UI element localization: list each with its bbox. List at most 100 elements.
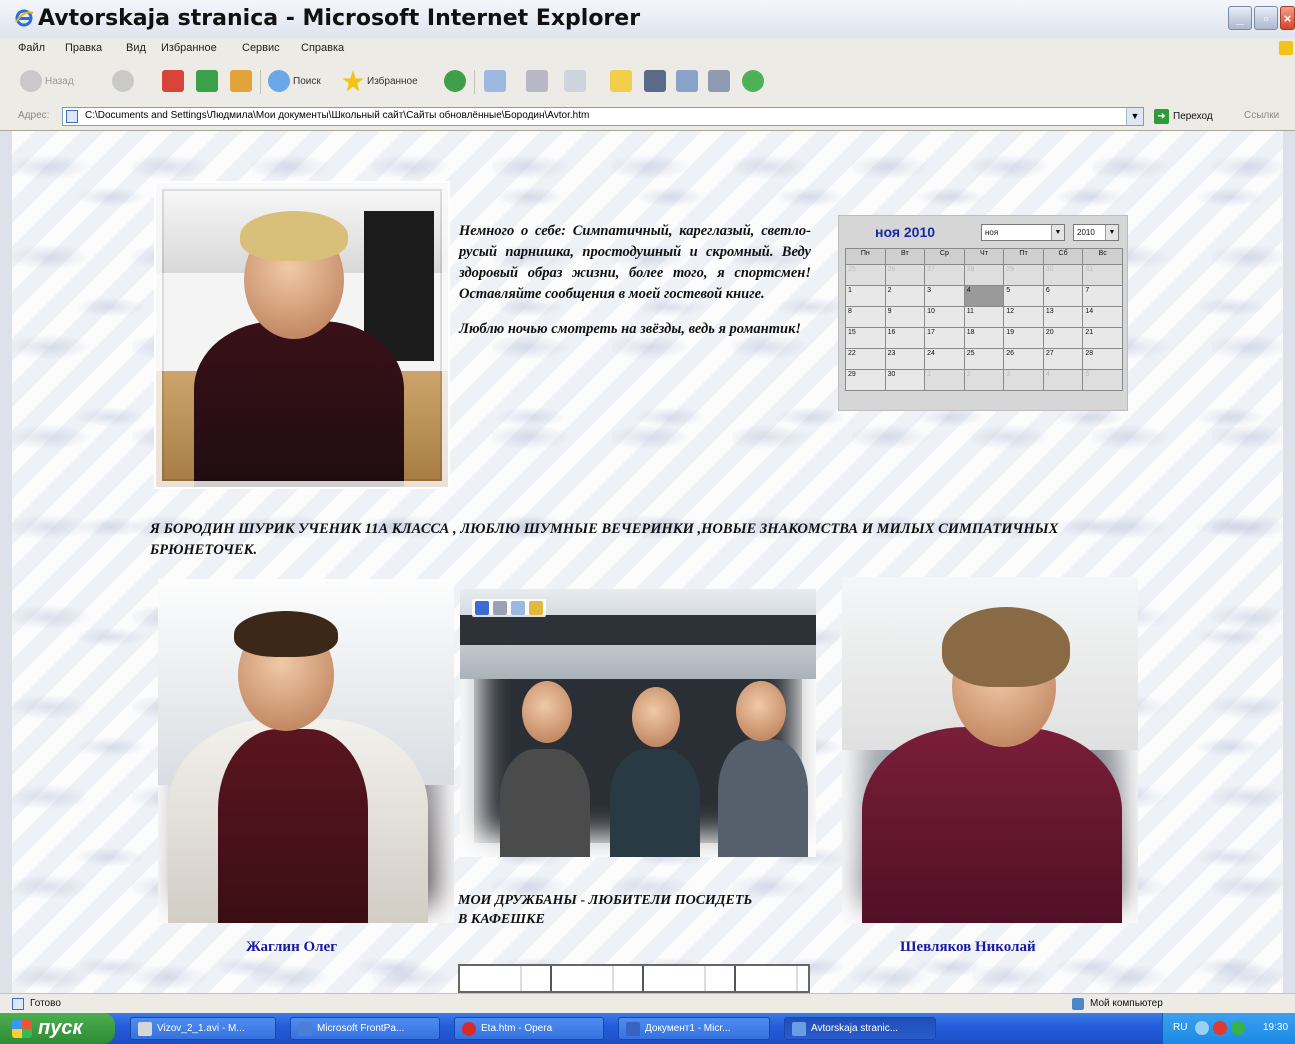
calendar-day[interactable]: 19 xyxy=(1003,327,1044,349)
calendar-day[interactable]: 10 xyxy=(924,306,965,328)
language-indicator[interactable]: RU xyxy=(1173,1022,1187,1033)
calendar-day[interactable]: 15 xyxy=(845,327,886,349)
chevron-down-icon[interactable]: ▼ xyxy=(1126,108,1143,125)
taskbar-item-frontpage[interactable]: Microsoft FrontPa... xyxy=(290,1017,440,1040)
calendar-day[interactable]: 2 xyxy=(884,285,926,307)
taskbar-item-opera[interactable]: Eta.htm - Opera xyxy=(454,1017,604,1040)
search-button[interactable]: Поиск xyxy=(268,70,321,92)
friend-name-right-link[interactable]: Шевляков Николай xyxy=(900,939,1036,956)
windows-logo-icon xyxy=(1279,41,1293,55)
toolbar-separator xyxy=(260,70,261,94)
restore-button[interactable]: ▫ xyxy=(1254,6,1278,30)
calendar-day[interactable]: 3 xyxy=(1003,369,1044,391)
year-select[interactable]: 2010 ▼ xyxy=(1073,224,1119,241)
menu-tools[interactable]: Сервис xyxy=(242,42,280,54)
start-button[interactable]: пуск xyxy=(0,1013,115,1044)
menu-edit[interactable]: Правка xyxy=(65,42,102,54)
messenger-button[interactable] xyxy=(708,70,730,92)
calendar-day[interactable]: 5 xyxy=(1082,369,1123,391)
menu-favorites[interactable]: Избранное xyxy=(161,42,217,54)
stop-button[interactable] xyxy=(162,70,184,92)
go-button[interactable]: ➜ Переход xyxy=(1154,109,1213,124)
minimize-button[interactable]: _ xyxy=(1228,6,1252,30)
calendar-day[interactable]: 12 xyxy=(1003,306,1044,328)
calendar-day[interactable]: 27 xyxy=(924,264,965,286)
calendar-day[interactable]: 6 xyxy=(1042,285,1084,307)
mail-button[interactable] xyxy=(484,70,506,92)
calendar-day[interactable]: 22 xyxy=(845,348,886,370)
mail-image-icon[interactable] xyxy=(511,601,525,615)
folder-button[interactable] xyxy=(610,70,632,92)
favorites-button[interactable]: Избранное xyxy=(342,70,418,92)
calendar-day[interactable]: 23 xyxy=(884,348,926,370)
calendar-day[interactable]: 1 xyxy=(924,369,965,391)
home-button[interactable] xyxy=(230,70,252,92)
open-folder-icon[interactable] xyxy=(529,601,543,615)
refresh-button[interactable] xyxy=(196,70,218,92)
menu-help[interactable]: Справка xyxy=(301,42,344,54)
tray-app-icon[interactable] xyxy=(1231,1021,1245,1035)
calendar-day[interactable]: 30 xyxy=(884,369,926,391)
print-image-icon[interactable] xyxy=(493,601,507,615)
k-button[interactable] xyxy=(644,70,666,92)
print-button[interactable] xyxy=(526,70,548,92)
calendar-week: 15 16 17 18 19 20 21 xyxy=(845,327,1123,349)
clock: 19:30 xyxy=(1263,1022,1289,1033)
calendar-day[interactable]: 4 xyxy=(1042,369,1084,391)
frontpage-icon xyxy=(298,1021,312,1036)
calendar-day[interactable]: 29 xyxy=(1003,264,1044,286)
calendar-day[interactable]: 9 xyxy=(884,306,926,328)
calendar-day[interactable]: 28 xyxy=(1082,348,1123,370)
forward-button[interactable] xyxy=(112,70,134,92)
calendar-day[interactable]: 25 xyxy=(845,264,886,286)
chevron-down-icon: ▼ xyxy=(1105,225,1118,240)
calendar-day[interactable]: 30 xyxy=(1042,264,1084,286)
calendar-day[interactable]: 25 xyxy=(963,348,1005,370)
address-bar: Адрес: C:\Documents and Settings\Людмила… xyxy=(0,104,1295,131)
menu-file[interactable]: Файл xyxy=(18,42,45,54)
friends-caption: Мои дружбаны - любители посидеть в кафеш… xyxy=(458,893,753,927)
save-image-icon[interactable] xyxy=(475,601,489,615)
calendar-day[interactable]: 2 xyxy=(963,369,1005,391)
links-label[interactable]: Ссылки xyxy=(1244,110,1279,121)
calendar-day[interactable]: 18 xyxy=(963,327,1005,349)
calendar-day[interactable]: 26 xyxy=(884,264,926,286)
icq-button[interactable] xyxy=(742,70,764,92)
edit-page-icon xyxy=(564,70,586,92)
calendar-day[interactable]: 1 xyxy=(845,285,886,307)
system-tray: RU 19:30 xyxy=(1162,1013,1295,1044)
calendar-day[interactable]: 4 xyxy=(963,285,1005,307)
calendar-day[interactable]: 13 xyxy=(1042,306,1084,328)
calendar-day[interactable]: 21 xyxy=(1082,327,1123,349)
calendar-day[interactable]: 27 xyxy=(1042,348,1084,370)
friend-name-left-link[interactable]: Жаглин Олег xyxy=(246,939,337,956)
calendar-day[interactable]: 29 xyxy=(845,369,886,391)
calendar-day[interactable]: 8 xyxy=(845,306,886,328)
address-input[interactable]: C:\Documents and Settings\Людмила\Мои до… xyxy=(62,107,1144,126)
edit-button[interactable] xyxy=(564,70,586,92)
taskbar-item-ie[interactable]: Avtorskaja stranic... xyxy=(784,1017,936,1040)
back-button[interactable]: Назад xyxy=(20,70,74,92)
taskbar-item-word[interactable]: Документ1 - Micr... xyxy=(618,1017,770,1040)
history-button[interactable] xyxy=(444,70,466,92)
calendar-day[interactable]: 20 xyxy=(1042,327,1084,349)
calendar-day[interactable]: 28 xyxy=(963,264,1005,286)
calendar-day[interactable]: 7 xyxy=(1082,285,1123,307)
calendar-day[interactable]: 24 xyxy=(924,348,965,370)
network-icon[interactable] xyxy=(1195,1021,1209,1035)
calendar-day[interactable]: 31 xyxy=(1082,264,1123,286)
calendar-day[interactable]: 14 xyxy=(1082,306,1123,328)
calendar-day[interactable]: 26 xyxy=(1003,348,1044,370)
menu-view[interactable]: Вид xyxy=(126,42,146,54)
taskbar-item-media-player[interactable]: Vizov_2_1.avi - M... xyxy=(130,1017,276,1040)
calendar-day[interactable]: 16 xyxy=(884,327,926,349)
calendar-day[interactable]: 11 xyxy=(963,306,1005,328)
calendar-day[interactable]: 17 xyxy=(924,327,965,349)
close-button[interactable]: × xyxy=(1280,6,1295,30)
calendar-day[interactable]: 5 xyxy=(1003,285,1044,307)
calendar-day[interactable]: 3 xyxy=(924,285,965,307)
month-select[interactable]: ноя ▼ xyxy=(981,224,1065,241)
antivirus-icon[interactable] xyxy=(1213,1021,1227,1035)
research-button[interactable] xyxy=(676,70,698,92)
page-viewport[interactable]: Немного о себе: Симпатичный, кареглазый,… xyxy=(12,131,1283,993)
